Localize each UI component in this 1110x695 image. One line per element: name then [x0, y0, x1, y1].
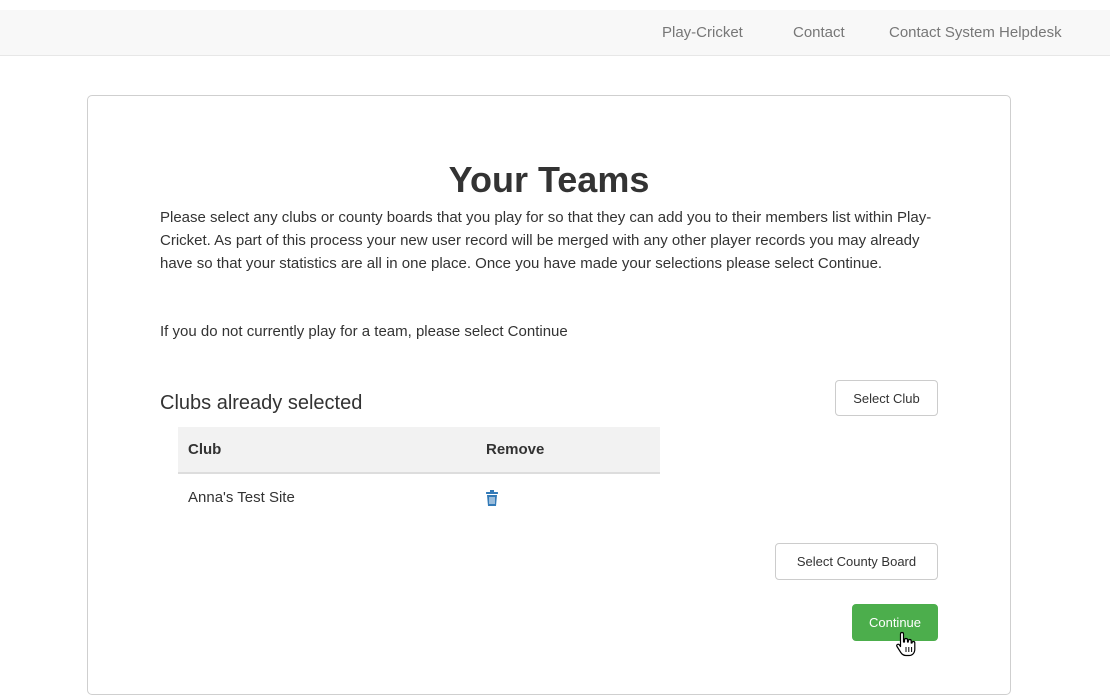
- column-header-club: Club: [178, 427, 476, 474]
- table-header-row: Club Remove: [178, 427, 660, 474]
- column-header-remove: Remove: [476, 427, 660, 474]
- continue-button[interactable]: Continue: [852, 604, 938, 641]
- page-title: Your Teams: [448, 159, 650, 200]
- select-county-board-button[interactable]: Select County Board: [775, 543, 938, 580]
- clubs-section-title: Clubs already selected: [160, 392, 363, 414]
- no-team-text: If you do not currently play for a team,…: [160, 323, 568, 340]
- remove-cell: [476, 473, 660, 520]
- club-name-cell: Anna's Test Site: [188, 488, 295, 506]
- select-club-button[interactable]: Select Club: [835, 380, 938, 416]
- top-navbar: Play-Cricket Contact Contact System Help…: [0, 10, 1110, 56]
- nav-link-play-cricket[interactable]: Play-Cricket: [662, 10, 743, 56]
- nav-link-contact-system-helpdesk[interactable]: Contact System Helpdesk: [889, 10, 1062, 56]
- intro-text: Please select any clubs or county boards…: [160, 209, 932, 272]
- trash-icon[interactable]: [486, 489, 498, 506]
- table-row: Anna's Test Site: [178, 473, 660, 520]
- teams-panel: Your Teams Please select any clubs or co…: [87, 95, 1011, 695]
- nav-link-contact[interactable]: Contact: [793, 10, 845, 56]
- clubs-table: Club Remove Anna's Test Site: [178, 427, 660, 520]
